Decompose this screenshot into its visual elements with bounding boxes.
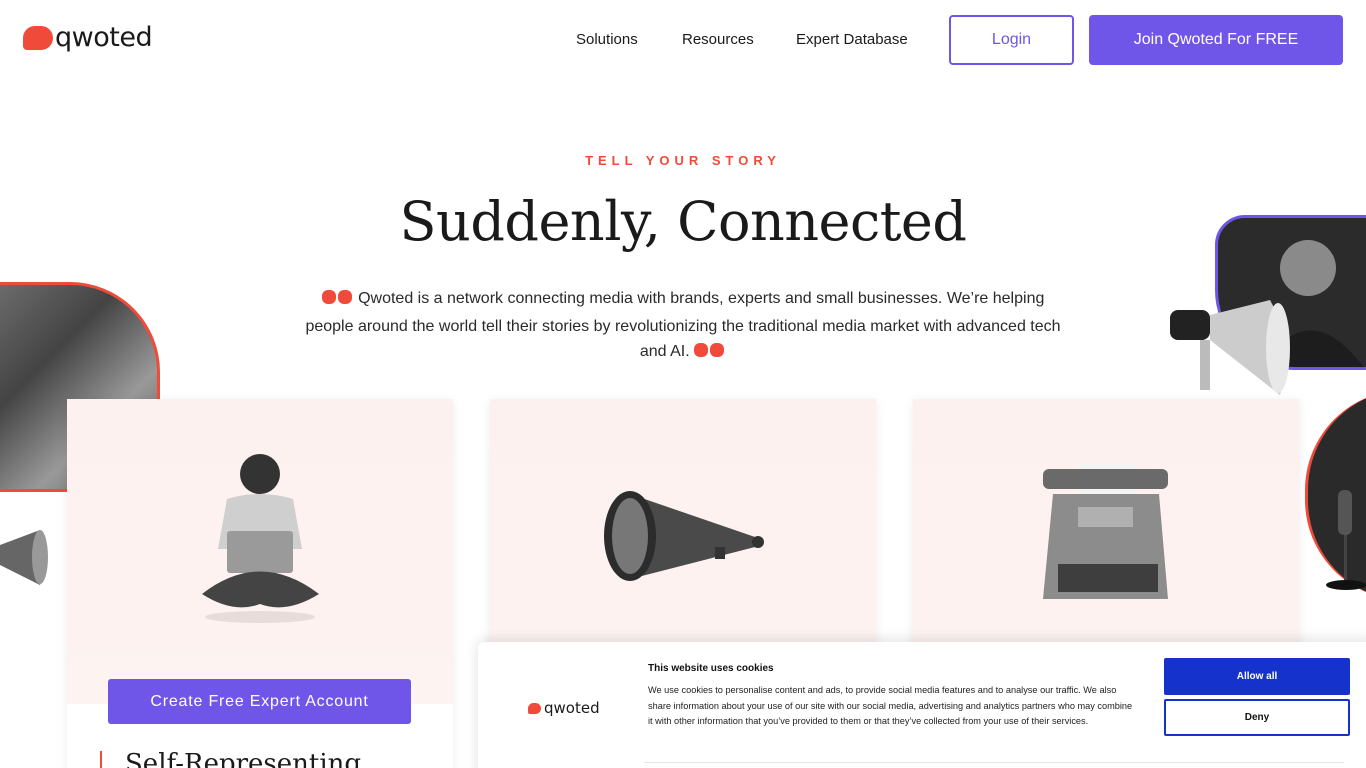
site-header: qwoted Solutions Resources Expert Databa… — [0, 0, 1366, 80]
logo-quote-icon — [23, 25, 53, 50]
woman-laptop-illustration — [202, 454, 319, 623]
card-image-area — [67, 399, 453, 704]
cookie-logo-text: qwoted — [544, 699, 600, 717]
microphone-photo — [1305, 390, 1366, 600]
login-button[interactable]: Login — [949, 15, 1074, 65]
logo-text: qwoted — [55, 22, 153, 53]
nav-solutions[interactable]: Solutions — [576, 31, 638, 48]
cookie-logo: qwoted — [528, 699, 600, 717]
hero-title: Suddenly, Connected — [399, 190, 967, 253]
hero-description: Qwoted is a network connecting media wit… — [300, 286, 1066, 367]
create-expert-account-button[interactable]: Create Free Expert Account — [108, 679, 411, 724]
hero-description-text: Qwoted is a network connecting media wit… — [305, 290, 1061, 360]
cookie-divider — [644, 762, 1344, 763]
heading-accent-bar — [100, 751, 102, 768]
nav-resources[interactable]: Resources — [682, 31, 754, 48]
logo-quote-icon — [528, 702, 541, 714]
card-heading: Self-Representing — [125, 749, 362, 768]
deny-button[interactable]: Deny — [1164, 699, 1350, 736]
megaphone-left-icon — [0, 525, 60, 595]
nav-expert-database[interactable]: Expert Database — [796, 31, 908, 48]
allow-all-button[interactable]: Allow all — [1164, 658, 1350, 695]
open-quote-icon — [321, 288, 354, 314]
megaphone-right-icon — [1170, 300, 1295, 405]
cookie-text: We use cookies to personalise content an… — [648, 685, 1133, 726]
cookie-title: This website uses cookies — [648, 663, 774, 674]
close-quote-icon — [694, 341, 726, 367]
cookie-banner: qwoted This website uses cookies We use … — [478, 642, 1366, 768]
join-free-button[interactable]: Join Qwoted For FREE — [1089, 15, 1343, 65]
expert-card: Create Free Expert Account Self-Represen… — [67, 399, 453, 768]
hero-eyebrow: TELL YOUR STORY — [585, 153, 781, 168]
qwoted-logo[interactable]: qwoted — [23, 22, 153, 53]
